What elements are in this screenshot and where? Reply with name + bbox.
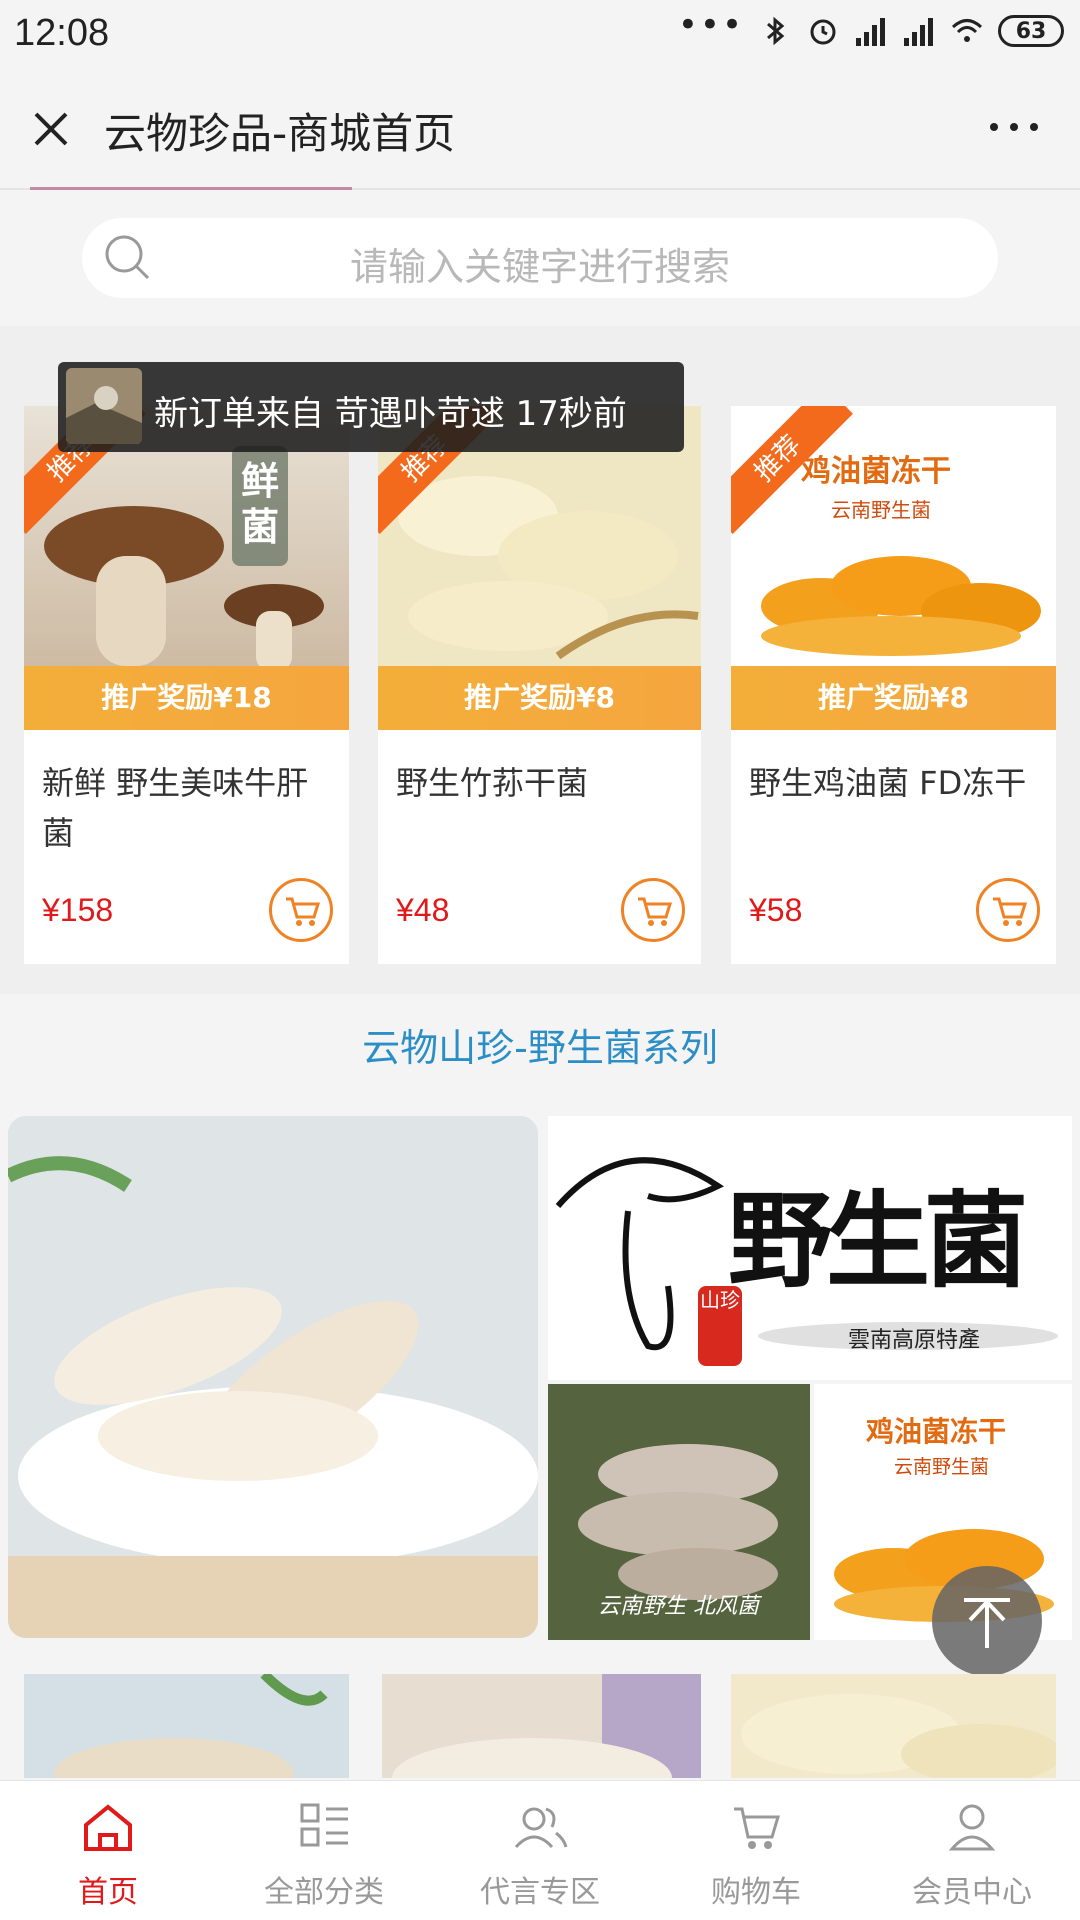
bottom-navigation: 首页 全部分类 代言专区 购物车 会员中心 [0, 1780, 1080, 1920]
cart-icon [993, 897, 1028, 926]
bluetooth-icon [767, 16, 785, 46]
order-notification: 新订单来自 苛遇卟苛逑 17秒前 [58, 362, 684, 452]
status-icons: ••• 63 [678, 5, 1064, 48]
product-price: ¥58 [749, 892, 803, 928]
product-name: 新鲜 野生美味牛肝菌 [42, 764, 309, 852]
product-image-preview[interactable] [731, 1674, 1056, 1778]
product-card[interactable]: 推荐 推广奖励¥8 野生竹荪干菌 ¥48 [378, 406, 701, 964]
brand-subtitle: 雲南高原特產 [848, 1328, 981, 1353]
arrow-up-icon [964, 1598, 1010, 1648]
product-image: 鸡油菌冻干 云南野生菌 推荐 [731, 406, 1056, 666]
product-price: ¥158 [42, 892, 114, 928]
reward-banner: 推广奖励¥8 [378, 666, 701, 730]
cart-icon [734, 1807, 781, 1849]
product-name: 野生竹荪干菌 [396, 764, 589, 802]
alarm-icon [810, 19, 836, 45]
more-menu-icon[interactable] [984, 112, 1044, 142]
more-dots-icon: ••• [677, 5, 744, 45]
add-to-cart-button[interactable] [976, 878, 1040, 942]
users-icon [514, 1807, 568, 1849]
home-icon [84, 1804, 132, 1851]
signal-icon [856, 18, 885, 46]
nav-label: 代言专区 [480, 1875, 600, 1910]
image-label: 鲜菌 [240, 459, 279, 549]
search-area: 请输入关键字进行搜索 [0, 190, 1080, 326]
add-to-cart-button[interactable] [621, 878, 685, 942]
banner-title: 鸡油菌冻干 [866, 1415, 1007, 1448]
battery-icon: 63 [998, 15, 1064, 47]
nav-label: 首页 [78, 1875, 138, 1910]
nav-label: 全部分类 [264, 1875, 384, 1910]
title-bar: 云物珍品-商城首页 [0, 68, 1080, 190]
avatar [66, 368, 142, 444]
banner-image[interactable] [8, 1116, 538, 1638]
user-icon [948, 1804, 996, 1851]
product-card[interactable]: 鲜菌 推荐 推广奖励¥18 新鲜 野生美味牛肝菌 ¥158 [24, 406, 349, 964]
add-to-cart-button[interactable] [269, 878, 333, 942]
nav-label: 会员中心 [912, 1875, 1032, 1910]
back-to-top-button[interactable] [932, 1566, 1042, 1676]
notification-text: 新订单来自 苛遇卟苛逑 17秒前 [154, 394, 627, 434]
product-card[interactable]: 鸡油菌冻干 云南野生菌 推荐 推广奖励¥8 野生鸡油菌 FD冻干 ¥58 [731, 406, 1056, 964]
brand-logo-text: 野生菌 [728, 1179, 1028, 1302]
reward-banner: 推广奖励¥18 [24, 666, 349, 730]
banner-subtitle: 云南野生菌 [894, 1456, 990, 1478]
section-title: 云物山珍-野生菌系列 [0, 994, 1080, 1094]
cart-icon [638, 897, 673, 926]
banner-caption: 云南野生 北风菌 [598, 1594, 759, 1619]
nav-categories[interactable]: 全部分类 [216, 1781, 432, 1920]
product-price: ¥48 [396, 892, 450, 928]
status-time: 12:08 [14, 12, 110, 54]
cart-icon [286, 897, 321, 926]
nav-label: 购物车 [711, 1875, 801, 1910]
close-icon[interactable] [26, 104, 76, 154]
nav-cart[interactable]: 购物车 [648, 1781, 864, 1920]
brand-banner[interactable]: 野生菌 山珍 雲南高原特產 [548, 1116, 1072, 1380]
product-image-preview[interactable] [382, 1674, 701, 1778]
product-name: 野生鸡油菌 FD冻干 [749, 764, 1027, 802]
nav-endorse[interactable]: 代言专区 [432, 1781, 648, 1920]
nav-home[interactable]: 首页 [0, 1781, 216, 1920]
search-placeholder: 请输入关键字进行搜索 [349, 245, 730, 289]
category-icon [300, 1803, 348, 1847]
wifi-icon [951, 19, 983, 42]
brand-seal-text: 山珍 [700, 1288, 740, 1312]
signal-icon-2 [904, 18, 933, 46]
image-title: 鸡油菌冻干 [801, 454, 951, 489]
image-subtitle: 云南野生菌 [831, 498, 931, 522]
page-title: 云物珍品-商城首页 [104, 109, 456, 158]
product-banner[interactable]: 云南野生 北风菌 [548, 1384, 810, 1640]
nav-member[interactable]: 会员中心 [864, 1781, 1080, 1920]
search-input[interactable]: 请输入关键字进行搜索 [82, 218, 998, 298]
reward-banner: 推广奖励¥8 [731, 666, 1056, 730]
product-image-preview[interactable] [24, 1674, 349, 1778]
status-bar: 12:08 ••• 63 [0, 0, 1080, 68]
